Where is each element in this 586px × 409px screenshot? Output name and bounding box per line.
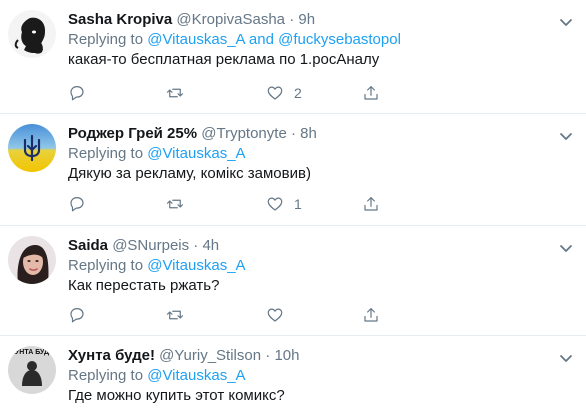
- share-icon: [364, 86, 378, 100]
- chevron-down-icon[interactable]: [556, 238, 576, 258]
- reply-mention-link[interactable]: @Vitauskas_A: [147, 367, 245, 384]
- display-name[interactable]: Роджер Грей 25%: [68, 125, 197, 142]
- tweet-actions: 2: [68, 83, 568, 103]
- tweet[interactable]: Sasha Kropiva @KropivaSasha · 9h Replyin…: [0, 0, 586, 114]
- replying-label: Replying to: [68, 31, 144, 48]
- display-name[interactable]: Sasha Kropiva: [68, 11, 172, 28]
- reply-and-label[interactable]: and: [249, 31, 274, 48]
- replying-label: Replying to: [68, 257, 144, 274]
- reply-mention-link[interactable]: @Vitauskas_A: [147, 145, 245, 162]
- timestamp[interactable]: 9h: [298, 11, 315, 28]
- bearded-man-silhouette-icon: [8, 10, 56, 58]
- retweet-button[interactable]: [166, 83, 184, 103]
- user-handle[interactable]: @SNurpeis: [112, 237, 189, 254]
- tweet-text: какая-то бесплатная реклама по 1.росАнал…: [68, 51, 380, 68]
- display-name[interactable]: Saida: [68, 237, 108, 254]
- reply-mention-link[interactable]: @Vitauskas_A: [147, 31, 245, 48]
- heart-icon: [267, 86, 283, 100]
- avatar[interactable]: [8, 124, 56, 172]
- share-button[interactable]: [362, 305, 380, 325]
- user-handle[interactable]: @Tryptonyte: [201, 125, 287, 142]
- tweet-header: Роджер Грей 25% @Tryptonyte · 8h: [68, 124, 576, 144]
- reply-icon: [70, 86, 84, 101]
- replying-to: Replying to @Vitauskas_A: [68, 256, 576, 276]
- tweet-text: Где можно купить этот комикс?: [68, 387, 285, 404]
- separator: ·: [289, 11, 295, 28]
- like-count: 2: [294, 85, 302, 101]
- avatar[interactable]: [8, 236, 56, 284]
- reply-button[interactable]: [68, 83, 86, 103]
- like-button[interactable]: 2: [266, 83, 302, 103]
- tweet-text: Как перестать ржать?: [68, 277, 220, 294]
- user-handle[interactable]: @KropivaSasha: [176, 11, 285, 28]
- tweet[interactable]: Saida @SNurpeis · 4h Replying to @Vitaus…: [0, 226, 586, 336]
- woman-portrait-icon: [8, 236, 56, 284]
- share-button[interactable]: [362, 194, 380, 214]
- share-button[interactable]: [362, 83, 380, 103]
- reply-icon: [70, 197, 84, 212]
- chevron-down-icon[interactable]: [556, 126, 576, 146]
- tweet-actions: 1: [68, 194, 568, 214]
- like-button[interactable]: 1: [266, 194, 302, 214]
- retweet-button[interactable]: [166, 305, 184, 325]
- avatar-text: ХУНТА БУДЕ: [10, 349, 54, 356]
- retweet-icon: [166, 199, 184, 209]
- avatar[interactable]: ХУНТА БУДЕ: [8, 346, 56, 394]
- tweet[interactable]: Роджер Грей 25% @Tryptonyte · 8h Replyin…: [0, 114, 586, 226]
- reply-mention-link[interactable]: @Vitauskas_A: [147, 257, 245, 274]
- replying-label: Replying to: [68, 145, 144, 162]
- avatar[interactable]: [8, 10, 56, 58]
- retweet-icon: [166, 310, 184, 320]
- reply-button[interactable]: [68, 194, 86, 214]
- user-handle[interactable]: @Yuriy_Stilson: [159, 347, 261, 364]
- tweet-header: Saida @SNurpeis · 4h: [68, 236, 576, 256]
- separator: ·: [193, 237, 199, 254]
- separator: ·: [265, 347, 271, 364]
- heart-icon: [267, 308, 283, 322]
- chevron-down-icon[interactable]: [556, 12, 576, 32]
- tweet-header: Хунта буде! @Yuriy_Stilson · 10h: [68, 346, 576, 366]
- timestamp[interactable]: 4h: [202, 237, 219, 254]
- like-count: 1: [294, 196, 302, 212]
- separator: ·: [290, 125, 296, 142]
- replying-label: Replying to: [68, 367, 144, 384]
- share-icon: [364, 197, 378, 211]
- display-name[interactable]: Хунта буде!: [68, 347, 155, 364]
- share-icon: [364, 308, 378, 322]
- retweet-button[interactable]: [166, 194, 184, 214]
- tweet-text: Дякую за рекламу, комікс замовив): [68, 165, 311, 182]
- tweet[interactable]: ХУНТА БУДЕ Хунта буде! @Yuriy_Stilson · …: [0, 336, 586, 409]
- ukraine-trident-flag-icon: [8, 124, 56, 172]
- replying-to: Replying to @Vitauskas_A: [68, 144, 576, 164]
- replying-to: Replying to @Vitauskas_A: [68, 366, 576, 386]
- tweet-header: Sasha Kropiva @KropivaSasha · 9h: [68, 10, 576, 30]
- chevron-down-icon[interactable]: [556, 348, 576, 368]
- replying-to: Replying to @Vitauskas_A and @fuckysebas…: [68, 30, 576, 50]
- heart-icon: [267, 197, 283, 211]
- reply-button[interactable]: [68, 305, 86, 325]
- timestamp[interactable]: 10h: [274, 347, 299, 364]
- retweet-icon: [166, 88, 184, 98]
- reply-icon: [70, 308, 84, 323]
- timestamp[interactable]: 8h: [300, 125, 317, 142]
- reply-mention-link[interactable]: @fuckysebastopol: [278, 31, 401, 48]
- like-button[interactable]: [266, 305, 294, 325]
- tweet-actions: [68, 305, 568, 325]
